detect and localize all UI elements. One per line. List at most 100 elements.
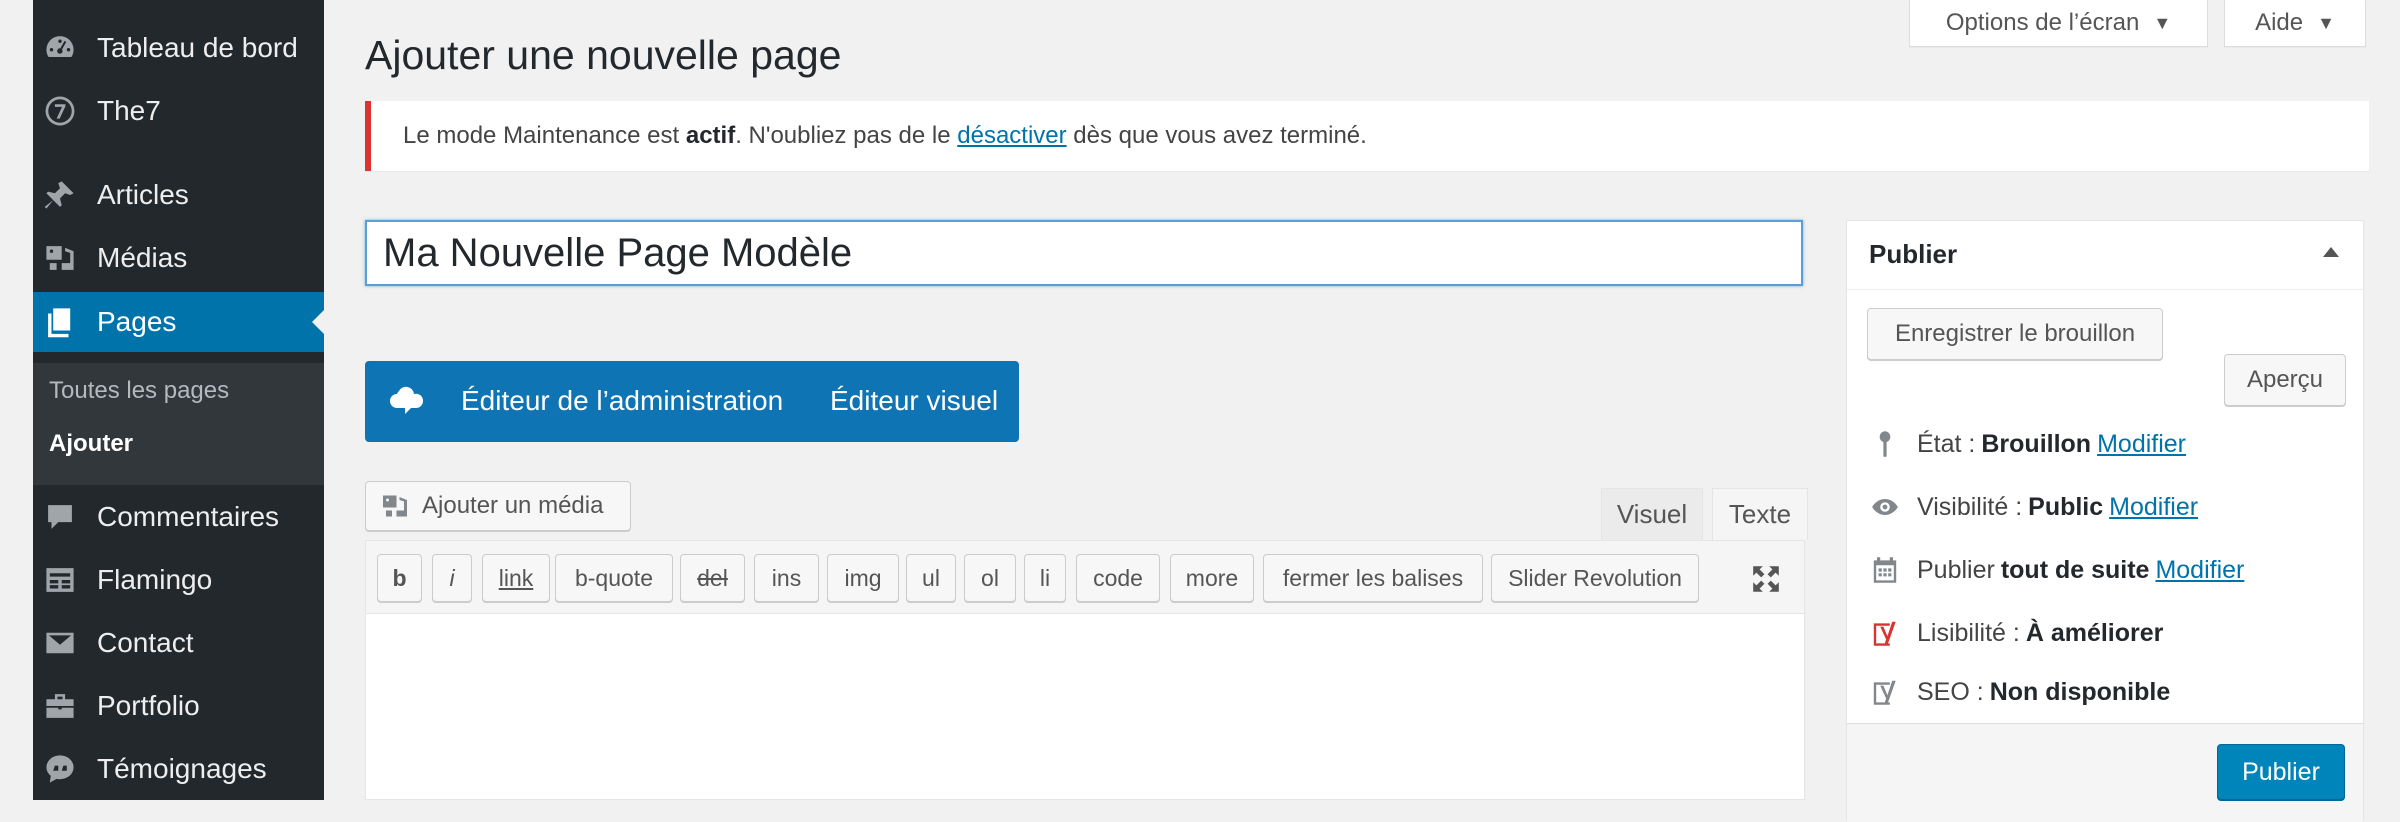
notice-text: Le mode Maintenance est actif. N'oubliez… (403, 122, 1367, 150)
comments-icon (43, 500, 77, 534)
post-title-input[interactable] (365, 220, 1803, 286)
qt-italic-button[interactable]: i (432, 554, 472, 602)
qt-close-tags-button[interactable]: fermer les balises (1263, 554, 1483, 602)
page-title: Ajouter une nouvelle page (365, 32, 842, 78)
builder-switch-bar: Éditeur de l’administration Éditeur visu… (365, 361, 1019, 442)
eye-icon (1867, 489, 1903, 525)
sidebar-edge (0, 0, 33, 800)
sidebar-item-label: Témoignages (97, 753, 267, 784)
publish-box-header[interactable]: Publier (1847, 221, 2363, 290)
sidebar-item-flamingo[interactable]: Flamingo (33, 550, 324, 610)
status-label: État : (1917, 429, 1976, 458)
qt-code-button[interactable]: code (1076, 554, 1160, 602)
help-label: Aide (2255, 9, 2304, 36)
preview-button[interactable]: Aperçu (2224, 354, 2346, 406)
notice-bold: actif (685, 122, 736, 149)
readability-label: Lisibilité : (1917, 618, 2020, 647)
sidebar-item-articles[interactable]: Articles (33, 165, 324, 225)
visibility-modify-link[interactable]: Modifier (2109, 493, 2198, 522)
tab-visual[interactable]: Visuel (1601, 488, 1703, 540)
qt-del-button[interactable]: del (680, 554, 745, 602)
sidebar-item-label: Médias (97, 242, 188, 273)
qt-ol-button[interactable]: ol (964, 554, 1016, 602)
pin-icon (1867, 426, 1903, 462)
quicktags-toolbar: b i link b-quote del ins img ul ol li co… (366, 541, 1804, 614)
builder-cloud-icon (387, 383, 427, 419)
qt-slider-revolution-button[interactable]: Slider Revolution (1491, 554, 1699, 602)
screen-options-button[interactable]: Options de l’écran ▼ (1909, 0, 2208, 47)
visibility-label: Visibilité : (1917, 492, 2023, 521)
notice-suffix: dès que vous avez terminé. (1066, 122, 1367, 149)
yoast-red-icon (1867, 615, 1903, 651)
the7-icon (43, 94, 77, 128)
fullscreen-icon[interactable] (1750, 563, 1782, 595)
admin-menu: Tableau de bord The7 Articles Médias Pag (33, 0, 324, 800)
sidebar-item-label: Tableau de bord (97, 32, 298, 63)
schedule-modify-link[interactable]: Modifier (2155, 556, 2244, 585)
screen-options-label: Options de l’écran (1945, 9, 2140, 36)
status-row: État : Brouillon Modifier (1867, 426, 2186, 462)
qt-ins-button[interactable]: ins (754, 554, 819, 602)
sidebar-item-contact[interactable]: Contact (33, 613, 324, 673)
status-value: Brouillon (1981, 429, 2092, 458)
sidebar-item-comments[interactable]: Commentaires (33, 487, 324, 547)
notice-middle: . N'oubliez pas de le (735, 122, 958, 149)
submenu-add[interactable]: Ajouter (49, 430, 133, 458)
save-draft-button[interactable]: Enregistrer le brouillon (1867, 308, 2163, 360)
seo-value: Non disponible (1989, 677, 2171, 706)
flamingo-icon (43, 563, 77, 597)
yoast-gray-icon (1867, 674, 1903, 710)
help-button[interactable]: Aide ▼ (2224, 0, 2366, 47)
portfolio-icon (43, 689, 77, 723)
pages-submenu: Toutes les pages Ajouter (33, 363, 324, 485)
status-modify-link[interactable]: Modifier (2097, 430, 2186, 459)
visibility-value: Public (2028, 492, 2104, 521)
readability-value: À améliorer (2025, 618, 2164, 647)
sidebar-item-dashboard[interactable]: Tableau de bord (33, 18, 324, 78)
notice-prefix: Le mode Maintenance est (403, 122, 686, 149)
visibility-row: Visibilité : Public Modifier (1867, 489, 2198, 525)
add-media-button[interactable]: Ajouter un média (365, 481, 631, 531)
admin-sidebar: Tableau de bord The7 Articles Médias Pag (0, 0, 324, 800)
seo-label: SEO : (1917, 677, 1984, 706)
readability-row: Lisibilité : À améliorer (1867, 615, 2163, 651)
sidebar-item-label: The7 (97, 95, 161, 126)
qt-link-button[interactable]: link (482, 554, 550, 602)
media-icon (43, 241, 77, 275)
publish-box: Publier Enregistrer le brouillon Aperçu … (1846, 220, 2364, 822)
dashboard-icon (43, 31, 77, 65)
sidebar-item-testimonials[interactable]: Témoignages (33, 739, 324, 799)
sidebar-item-label: Articles (97, 179, 189, 210)
visual-editor-button[interactable]: Éditeur visuel (830, 385, 998, 417)
calendar-icon (1867, 552, 1903, 588)
sidebar-item-medias[interactable]: Médias (33, 228, 324, 288)
deactivate-link[interactable]: désactiver (957, 122, 1066, 149)
collapse-toggle-icon[interactable] (2323, 247, 2339, 257)
schedule-value: tout de suite (2000, 555, 2150, 584)
sidebar-item-portfolio[interactable]: Portfolio (33, 676, 324, 736)
qt-more-button[interactable]: more (1170, 554, 1254, 602)
admin-editor-button[interactable]: Éditeur de l’administration (461, 385, 783, 417)
sidebar-item-label: Portfolio (97, 690, 200, 721)
qt-img-button[interactable]: img (827, 554, 899, 602)
mail-icon (43, 626, 77, 660)
caret-down-icon: ▼ (2317, 12, 2335, 33)
sidebar-item-pages[interactable]: Pages (33, 292, 324, 352)
publish-button[interactable]: Publier (2217, 744, 2345, 800)
qt-li-button[interactable]: li (1024, 554, 1066, 602)
submenu-all-pages[interactable]: Toutes les pages (49, 377, 229, 405)
qt-blockquote-button[interactable]: b-quote (555, 554, 673, 602)
maintenance-notice: Le mode Maintenance est actif. N'oubliez… (365, 101, 2369, 171)
content-editor[interactable]: b i link b-quote del ins img ul ol li co… (365, 540, 1805, 800)
publish-box-title: Publier (1869, 239, 1958, 269)
tab-text[interactable]: Texte (1712, 488, 1808, 540)
qt-ul-button[interactable]: ul (906, 554, 956, 602)
sidebar-item-label: Flamingo (97, 564, 213, 595)
sidebar-item-label: Commentaires (97, 501, 280, 532)
sidebar-item-the7[interactable]: The7 (33, 81, 324, 141)
caret-down-icon: ▼ (2153, 12, 2172, 33)
qt-bold-button[interactable]: b (377, 554, 422, 602)
media-icon (380, 491, 410, 521)
seo-row: SEO : Non disponible (1867, 674, 2170, 710)
testimonials-icon (43, 752, 77, 786)
